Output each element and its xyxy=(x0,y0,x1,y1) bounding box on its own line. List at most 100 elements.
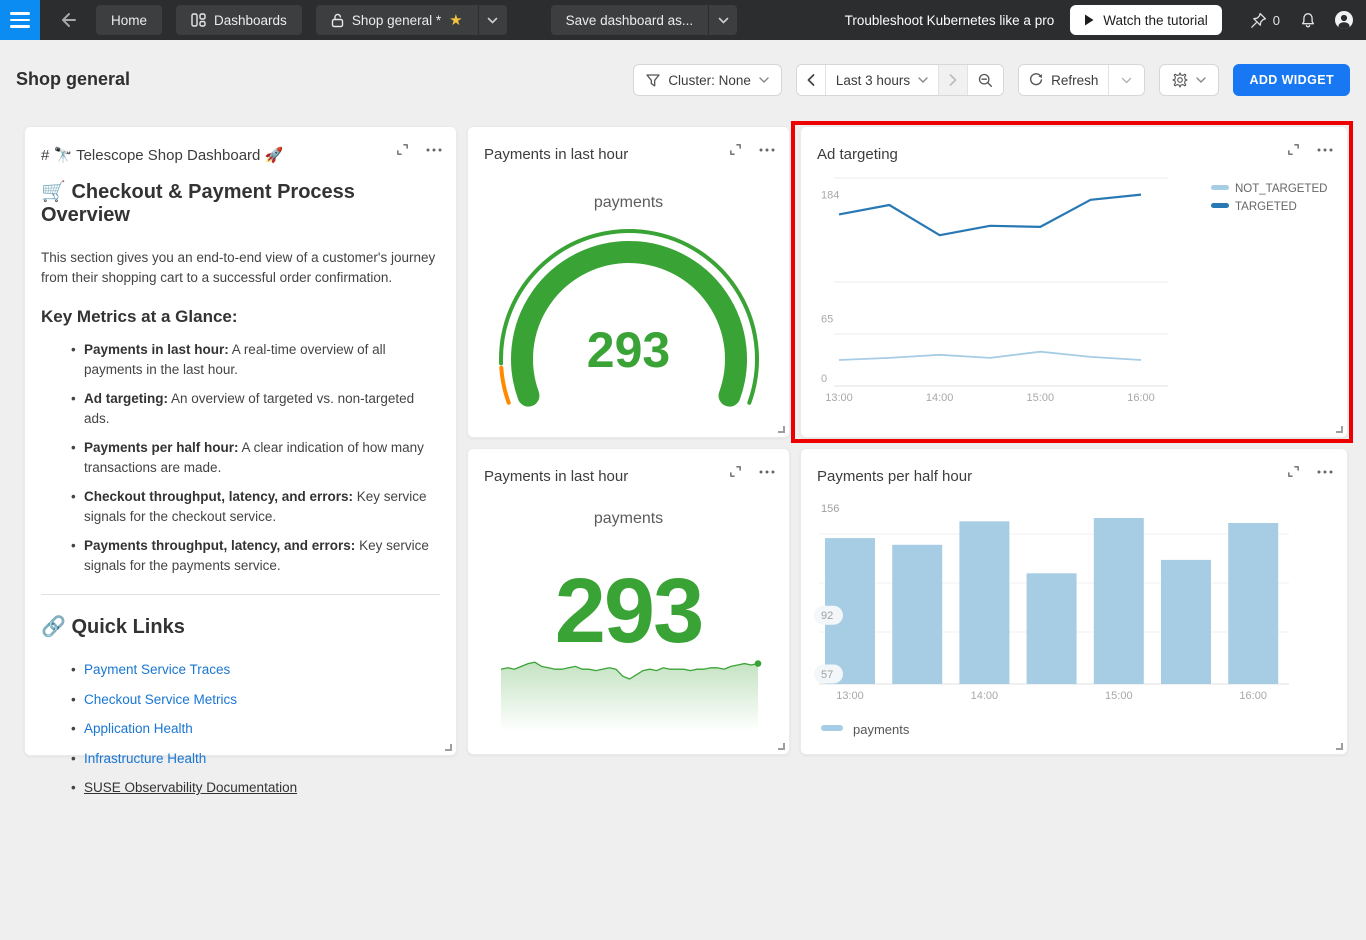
widget-menu-button[interactable] xyxy=(1317,470,1333,474)
markdown-heading: 🛒 Checkout & Payment Process Overview xyxy=(41,179,440,227)
play-icon xyxy=(1084,14,1094,26)
save-dashboard-as-label: Save dashboard as... xyxy=(566,13,694,28)
quick-link[interactable]: Application Health xyxy=(84,721,193,736)
axis-tick-label: 92 xyxy=(821,610,833,622)
ellipsis-icon xyxy=(426,148,442,152)
divider xyxy=(41,594,440,595)
widget-title: Payments per half hour xyxy=(817,468,972,485)
dashboards-icon xyxy=(191,13,206,27)
refresh-button[interactable]: Refresh xyxy=(1019,65,1108,95)
resize-handle[interactable] xyxy=(1336,426,1343,433)
zoom-out-icon xyxy=(978,73,993,88)
metric-item: Payments throughput, latency, and errors… xyxy=(71,536,440,576)
resize-handle[interactable] xyxy=(445,744,452,751)
promo-text: Troubleshoot Kubernetes like a pro xyxy=(845,13,1055,28)
axis-tick-label: 57 xyxy=(821,669,833,681)
legend-swatch xyxy=(821,725,843,731)
widget-title: # 🔭 Telescope Shop Dashboard 🚀 xyxy=(41,146,283,164)
axis-tick-label: 16:00 xyxy=(1239,690,1267,702)
tab-home[interactable]: Home xyxy=(96,5,162,35)
ellipsis-icon xyxy=(1317,470,1333,474)
refresh-options-chevron[interactable] xyxy=(1108,65,1144,95)
save-dashboard-as-chevron[interactable] xyxy=(709,5,737,35)
chevron-down-icon xyxy=(1196,77,1206,83)
metric-item: Payments per half hour: A clear indicati… xyxy=(71,438,440,478)
quick-link[interactable]: Checkout Service Metrics xyxy=(84,692,237,707)
widget-title: Ad targeting xyxy=(817,146,898,163)
expand-widget-button[interactable] xyxy=(1287,465,1300,478)
expand-icon xyxy=(729,465,742,478)
back-button[interactable] xyxy=(54,6,82,34)
metrics-heading: Key Metrics at a Glance: xyxy=(41,307,440,327)
quick-link-item: Checkout Service Metrics xyxy=(71,690,440,710)
time-range-button[interactable]: Last 3 hours xyxy=(825,65,938,95)
watch-tutorial-button[interactable]: Watch the tutorial xyxy=(1070,5,1222,35)
chevron-right-icon xyxy=(949,74,957,86)
pin-icon xyxy=(1250,12,1267,29)
bell-icon xyxy=(1300,12,1316,29)
widget-payments-number: Payments in last hour payments 293 xyxy=(467,448,790,755)
notifications-button[interactable] xyxy=(1290,0,1326,40)
tab-current-dashboard-label: Shop general * xyxy=(352,13,441,28)
time-range-group: Last 3 hours xyxy=(796,64,1004,96)
quick-link[interactable]: Infrastructure Health xyxy=(84,751,206,766)
tab-current-dashboard[interactable]: Shop general * ★ xyxy=(316,5,478,35)
watch-tutorial-label: Watch the tutorial xyxy=(1103,13,1208,28)
resize-handle[interactable] xyxy=(1336,743,1343,750)
axis-tick-label: payments xyxy=(853,722,910,737)
bar-15:00 xyxy=(1094,518,1144,684)
refresh-label: Refresh xyxy=(1051,73,1098,88)
axis-tick-label: 15:00 xyxy=(1105,690,1133,702)
zoom-out-time-button[interactable] xyxy=(967,65,1003,95)
quick-link-item: Application Health xyxy=(71,719,440,739)
widget-menu-button[interactable] xyxy=(759,470,775,474)
payments-sparkline-chart xyxy=(468,449,791,756)
pinned-items-button[interactable]: 0 xyxy=(1240,0,1290,40)
widget-menu-button[interactable] xyxy=(426,148,442,152)
widget-title: Payments in last hour xyxy=(484,468,628,485)
tab-home-label: Home xyxy=(111,13,147,28)
dashboard-tab-chevron[interactable] xyxy=(479,5,507,35)
legend-item-payments[interactable]: payments xyxy=(821,722,910,737)
axis-tick-label: 16:00 xyxy=(1127,392,1155,404)
ellipsis-icon xyxy=(759,148,775,152)
resize-handle[interactable] xyxy=(778,426,785,433)
menu-button[interactable] xyxy=(0,0,40,40)
time-forward-button[interactable] xyxy=(938,65,967,95)
sparkline-area xyxy=(501,662,758,731)
resize-handle[interactable] xyxy=(778,743,785,750)
quick-link[interactable]: SUSE Observability Documentation xyxy=(84,780,297,795)
bar-14:30 xyxy=(1027,573,1077,684)
widget-menu-button[interactable] xyxy=(759,148,775,152)
legend-item-NOT_TARGETED[interactable]: NOT_TARGETED xyxy=(1211,183,1327,195)
chevron-down-icon xyxy=(1121,77,1132,84)
tab-dashboards[interactable]: Dashboards xyxy=(176,5,302,35)
tab-dashboards-label: Dashboards xyxy=(214,13,287,28)
expand-widget-button[interactable] xyxy=(729,143,742,156)
add-widget-button[interactable]: ADD WIDGET xyxy=(1233,64,1350,96)
refresh-icon xyxy=(1029,73,1043,87)
expand-widget-button[interactable] xyxy=(396,143,409,156)
axis-tick-label: 0 xyxy=(821,373,827,385)
dashboard-toolbar: Cluster: None Last 3 hours Refresh ADD W… xyxy=(633,64,1350,96)
widget-menu-button[interactable] xyxy=(1317,148,1333,152)
payments-bar-chart: 156925713:0014:0015:0016:00payments xyxy=(801,449,1349,756)
time-range-label: Last 3 hours xyxy=(836,73,910,88)
expand-widget-button[interactable] xyxy=(1287,143,1300,156)
expand-widget-button[interactable] xyxy=(729,465,742,478)
legend-item-TARGETED[interactable]: TARGETED xyxy=(1211,201,1297,213)
widget-title: Payments in last hour xyxy=(484,146,628,163)
save-dashboard-as-button[interactable]: Save dashboard as... xyxy=(551,5,709,35)
ellipsis-icon xyxy=(1317,148,1333,152)
axis-tick-label: NOT_TARGETED xyxy=(1235,183,1327,195)
dashboard-settings-button[interactable] xyxy=(1159,64,1219,96)
user-avatar[interactable] xyxy=(1326,0,1366,40)
time-back-button[interactable] xyxy=(797,65,825,95)
quick-link[interactable]: Payment Service Traces xyxy=(84,662,230,677)
expand-icon xyxy=(1287,143,1300,156)
filter-icon xyxy=(646,74,660,87)
bar-16:00 xyxy=(1228,523,1278,684)
cluster-filter-button[interactable]: Cluster: None xyxy=(633,64,782,96)
favorite-star-icon[interactable]: ★ xyxy=(449,13,462,28)
chevron-left-icon xyxy=(807,74,815,86)
